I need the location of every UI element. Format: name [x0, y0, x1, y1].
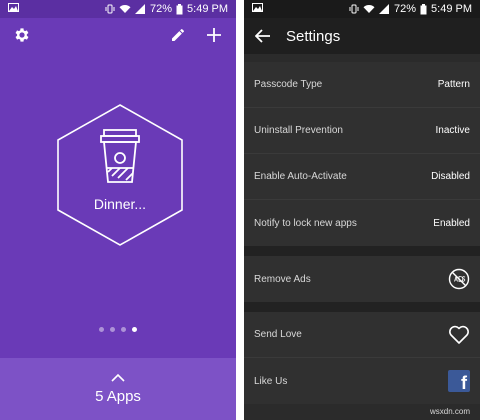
battery-icon: [420, 3, 427, 15]
wifi-icon: [363, 4, 375, 14]
hexagon-frame: [57, 104, 183, 246]
settings-button[interactable]: [10, 23, 34, 47]
setting-label: Enable Auto-Activate: [254, 171, 347, 182]
app-home-screen: 72% 5:49 PM Dinner... 5 Apps: [0, 0, 236, 420]
edit-button[interactable]: [166, 23, 190, 47]
gallery-notification-icon: [252, 3, 263, 15]
app-profile-tile[interactable]: Dinner...: [50, 100, 190, 250]
gear-icon: [15, 28, 29, 42]
page-indicator: [0, 327, 236, 332]
battery-percent: 72%: [394, 3, 417, 15]
setting-value: Disabled: [431, 171, 470, 182]
home-toolbar: [0, 20, 236, 50]
settings-group-social: Send Love Like Us f: [244, 312, 480, 404]
clock: 5:49 PM: [431, 3, 472, 15]
page-dot[interactable]: [99, 327, 104, 332]
apps-drawer-toggle[interactable]: 5 Apps: [0, 358, 236, 420]
status-bar: 72% 5:49 PM: [244, 0, 480, 18]
battery-percent: 72%: [150, 3, 173, 15]
page-dot-active[interactable]: [132, 327, 137, 332]
setting-label: Send Love: [254, 329, 302, 340]
watermark-text: wsxdn.com: [429, 407, 470, 416]
settings-screen: 72% 5:49 PM Settings Passcode Type Patte…: [244, 0, 480, 420]
settings-group-ads: Remove Ads: [244, 256, 480, 302]
signal-icon: [135, 4, 146, 14]
setting-value: Inactive: [435, 125, 470, 136]
setting-like-us[interactable]: Like Us f: [244, 358, 480, 404]
setting-value: Enabled: [433, 217, 470, 229]
group-divider: [244, 302, 480, 312]
setting-passcode-type[interactable]: Passcode Type Pattern: [244, 62, 480, 108]
clock: 5:49 PM: [187, 3, 228, 15]
status-bar: 72% 5:49 PM: [0, 0, 236, 18]
arrow-left-icon: [255, 29, 270, 43]
no-ads-icon: [448, 268, 470, 290]
page-title: Settings: [286, 27, 341, 45]
profile-name: Dinner...: [93, 196, 147, 212]
setting-notify-new-apps[interactable]: Notify to lock new apps Enabled: [244, 200, 480, 246]
page-dot[interactable]: [121, 327, 126, 332]
coffee-cup-icon: [100, 129, 140, 183]
vibrate-icon: [349, 4, 359, 14]
plus-icon: [207, 28, 221, 42]
group-divider: [244, 246, 480, 256]
battery-icon: [176, 3, 183, 15]
chevron-up-icon: [111, 373, 125, 382]
apps-count-label: 5 Apps: [95, 388, 141, 405]
pencil-icon: [172, 28, 184, 41]
setting-remove-ads[interactable]: Remove Ads: [244, 256, 480, 302]
setting-uninstall-prevention[interactable]: Uninstall Prevention Inactive: [244, 108, 480, 154]
settings-app-bar: Settings: [244, 18, 480, 54]
page-dot[interactable]: [110, 327, 115, 332]
setting-label: Passcode Type: [254, 79, 323, 90]
add-button[interactable]: [202, 23, 226, 47]
setting-label: Notify to lock new apps: [254, 217, 357, 229]
gallery-notification-icon: [8, 3, 19, 15]
setting-label: Like Us: [254, 375, 288, 387]
settings-list: Passcode Type Pattern Uninstall Preventi…: [244, 62, 480, 404]
vibrate-icon: [105, 4, 115, 14]
back-button[interactable]: [252, 25, 274, 47]
signal-icon: [379, 4, 390, 14]
settings-group-security: Passcode Type Pattern Uninstall Preventi…: [244, 62, 480, 246]
setting-auto-activate[interactable]: Enable Auto-Activate Disabled: [244, 154, 480, 200]
setting-value: Pattern: [437, 79, 470, 90]
facebook-icon: f: [448, 370, 470, 392]
setting-send-love[interactable]: Send Love: [244, 312, 480, 358]
setting-label: Uninstall Prevention: [254, 125, 343, 136]
heart-outline-icon: [448, 324, 470, 346]
setting-label: Remove Ads: [254, 273, 311, 285]
wifi-icon: [119, 4, 131, 14]
facebook-letter: f: [448, 370, 470, 392]
